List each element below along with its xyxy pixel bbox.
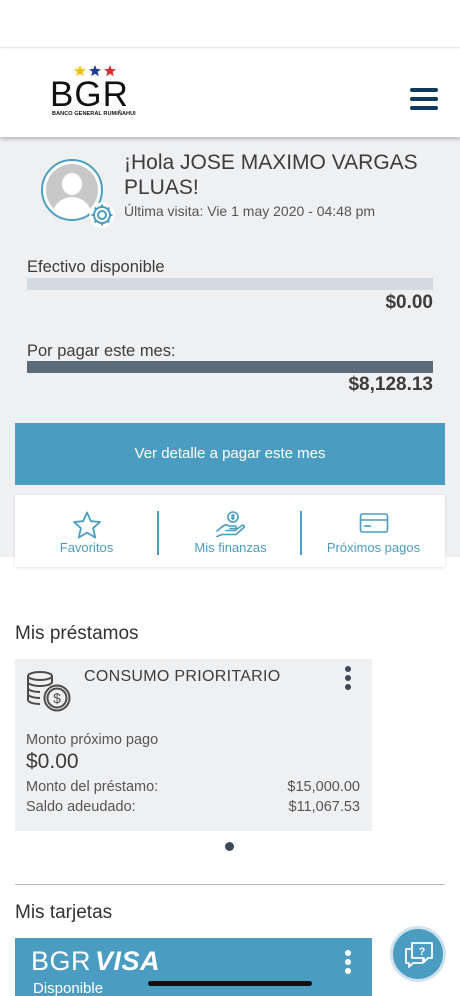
- card-brand: BGR VISA: [31, 946, 160, 977]
- bgr-logo[interactable]: BGR BANCO GENERAL RUMIÑAHUI: [50, 65, 140, 121]
- available-cash-value: $0.00: [385, 292, 433, 313]
- visa-card[interactable]: BGR VISA Disponible: [15, 938, 372, 996]
- shortcut-upcoming-payments-label: Próximos pagos: [326, 540, 421, 555]
- status-bar: [0, 0, 460, 48]
- chat-help-button[interactable]: ?: [390, 926, 446, 982]
- next-payment-label: Monto próximo pago: [26, 732, 159, 748]
- logo-subtitle: BANCO GENERAL RUMIÑAHUI: [52, 111, 136, 117]
- shortcut-my-finances[interactable]: Mis finanzas: [159, 495, 302, 567]
- shortcut-favorites[interactable]: Favoritos: [15, 495, 158, 567]
- due-this-month-value: $8,128.13: [348, 374, 433, 395]
- shortcut-my-finances-label: Mis finanzas: [194, 540, 267, 555]
- chat-help-icon: ?: [405, 942, 433, 968]
- due-this-month-label: Por pagar este mes:: [27, 342, 176, 360]
- loan-pager-dot[interactable]: [225, 842, 234, 851]
- loans-section-title: Mis préstamos: [15, 623, 139, 644]
- hamburger-menu-icon[interactable]: [408, 86, 440, 112]
- shortcut-upcoming-payments[interactable]: Próximos pagos: [302, 495, 445, 567]
- view-due-detail-button[interactable]: Ver detalle a pagar este mes: [15, 423, 445, 485]
- next-payment-value: $0.00: [26, 750, 79, 773]
- loan-name: CONSUMO PRIORITARIO: [84, 668, 281, 685]
- loan-amount-value: $15,000.00: [287, 779, 360, 795]
- due-this-month-bar: [27, 361, 433, 373]
- loan-amount-label: Monto del préstamo:: [26, 779, 159, 795]
- star-icon: [72, 511, 101, 539]
- balance-owed-label: Saldo adeudado:: [26, 799, 136, 815]
- svg-text:$: $: [53, 690, 61, 706]
- available-cash-bar: [27, 278, 433, 290]
- shortcut-favorites-label: Favoritos: [59, 540, 114, 555]
- available-cash-label: Efectivo disponible: [27, 258, 165, 276]
- last-visit-text: Última visita: Vie 1 may 2020 - 04:48 pm: [124, 203, 376, 219]
- loan-card[interactable]: $ CONSUMO PRIORITARIO Monto próximo pago…: [15, 659, 372, 831]
- card-available-label: Disponible: [33, 980, 104, 996]
- coins-icon: $: [27, 671, 71, 712]
- cards-section-title: Mis tarjetas: [15, 902, 113, 923]
- gear-icon[interactable]: [88, 201, 116, 229]
- greeting-title: ¡Hola JOSE MAXIMO VARGAS PLUAS!: [124, 151, 418, 199]
- card-brand-name: VISA: [95, 946, 161, 976]
- app-header: BGR BANCO GENERAL RUMIÑAHUI: [0, 49, 460, 137]
- balance-owed-value: $11,067.53: [288, 799, 361, 815]
- credit-card-icon: [359, 513, 388, 533]
- card-brand-prefix: BGR: [31, 946, 92, 976]
- svg-text:?: ?: [419, 946, 426, 958]
- account-summary: ¡Hola JOSE MAXIMO VARGAS PLUAS! Última v…: [0, 137, 460, 567]
- section-divider: [15, 884, 445, 885]
- logo-wordmark: BGR: [50, 75, 129, 114]
- due-this-month-bar-fill: [27, 361, 433, 373]
- card-options-icon[interactable]: [337, 948, 357, 978]
- loan-options-icon[interactable]: [337, 664, 357, 694]
- home-indicator: [148, 981, 312, 986]
- hand-coin-icon: [215, 511, 245, 538]
- shortcuts-bar: Favoritos Mis finanzas Próximos pagos: [15, 495, 445, 567]
